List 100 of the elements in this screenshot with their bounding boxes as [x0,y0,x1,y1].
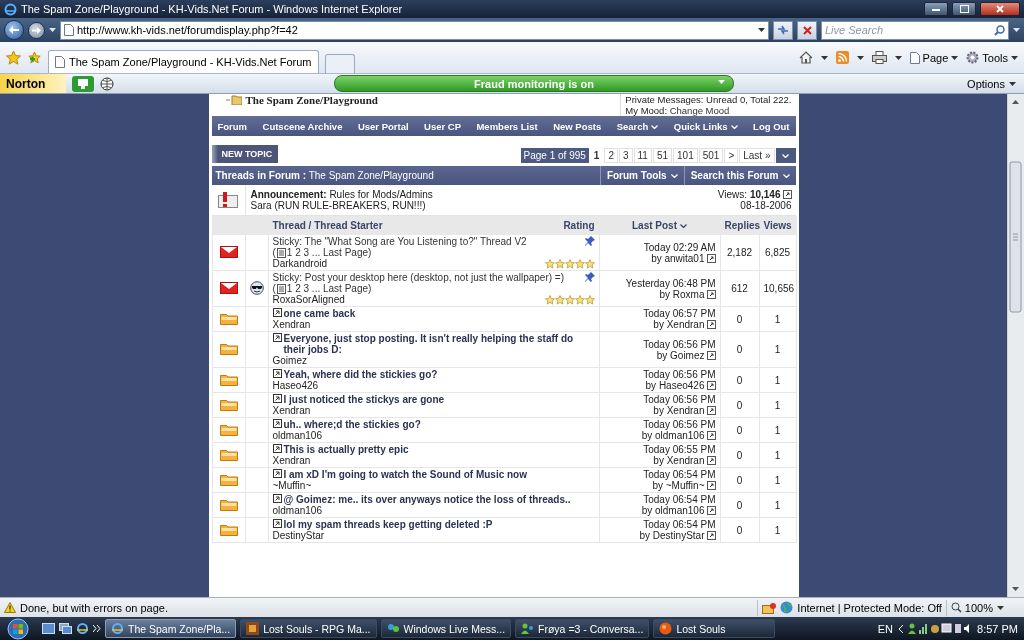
minimize-button[interactable] [924,2,948,16]
last-post-author[interactable]: by ~Muffin~ [652,480,705,491]
page-link[interactable]: 3 [618,148,633,163]
page-link[interactable]: 101 [673,148,698,163]
thread-starter[interactable]: Xendran [272,319,595,330]
forward-button[interactable] [28,21,45,39]
url-field[interactable]: http://www.kh-vids.net/forumdisplay.php?f=42 [77,22,755,38]
last-post-author[interactable]: by Haseo426 [645,380,705,391]
thread-starter[interactable]: Goimez [272,355,595,366]
back-button[interactable] [4,20,24,40]
nav-menu[interactable]: Search [616,120,659,132]
last-post-author[interactable]: by DestinyStar [639,530,705,541]
page-link[interactable]: 2 [604,148,618,163]
page-link[interactable]: 501 [698,148,724,163]
nav-link[interactable]: New Posts [553,120,602,132]
nav-link[interactable]: Members List [476,120,538,132]
page-link[interactable]: > [724,148,739,163]
page-link[interactable]: 11 [633,148,652,163]
stop-button[interactable] [797,20,817,40]
last-post-author[interactable]: by anwita01 [651,252,705,264]
close-button[interactable] [980,2,1020,16]
thread-starter[interactable]: Haseo426 [272,380,595,391]
caret-icon [49,28,56,32]
change-mood-link[interactable]: Change Mood [669,105,730,116]
forum-menu[interactable]: Search this Forum [683,166,796,185]
thread-starter[interactable]: Darkandroid [272,258,327,269]
forum-menu[interactable]: Forum Tools [599,166,684,185]
thread-starter[interactable]: RoxaSorAligned [272,294,345,305]
print-icon[interactable] [871,51,887,64]
language-indicator[interactable]: EN [877,622,894,635]
switch-windows-icon[interactable] [59,623,72,634]
browser-tab[interactable]: The Spam Zone/Playground - KH-Vids.Net Forum [48,50,319,73]
show-hidden-icon[interactable] [898,624,904,633]
forward-arrow-icon [32,26,41,34]
tools-menu[interactable]: Tools [966,51,1018,64]
globe-icon[interactable] [100,76,114,91]
nav-menu[interactable]: Quick Links [673,120,738,132]
column-header[interactable]: Rating [563,220,595,231]
options-menu[interactable]: Options [967,77,1024,90]
last-post-time: Yesterday 06:48 PM [625,277,716,289]
address-bar[interactable]: http://www.kh-vids.net/forumdisplay.php?f=42 [60,20,769,40]
add-favorite-icon[interactable] [27,50,42,65]
nav-link[interactable]: User Portal [357,120,409,132]
page-menu[interactable]: Page [909,51,959,64]
nav-link[interactable]: Forum [217,120,248,132]
page-links[interactable]: 1 2 3 ... Last Page) [286,247,372,258]
last-post-author[interactable]: by Goimez [656,349,705,361]
maximize-button[interactable] [952,2,976,16]
page-links[interactable]: 1 2 3 ... Last Page) [286,283,372,294]
clock[interactable]: 8:57 PM [977,622,1018,635]
thread-starter[interactable]: oldman106 [272,505,595,516]
thread-title-link[interactable]: Everyone, just stop posting. It isn't really helping the staff do their jobs D: [283,333,595,355]
thread-title-link[interactable]: I just noticed the stickys are gone [283,394,595,405]
start-button[interactable] [4,617,32,640]
thread-starter[interactable]: DestinyStar [272,530,595,541]
thread-title-link[interactable]: lol my spam threads keep getting deleted :P [283,519,595,530]
page-link[interactable]: 51 [652,148,673,163]
browser-icon[interactable] [76,622,89,635]
search-box[interactable]: Live Search [821,20,1009,40]
thread-title-link[interactable]: @ Goimez: me.. its over anyways notice the loss of threads.. [283,494,595,505]
last-post-author[interactable]: by Xendran [653,319,705,330]
page-link[interactable]: Last » [739,148,775,163]
zoom-level[interactable]: 100% [950,601,993,614]
thread-starter[interactable]: ~Muffin~ [272,480,595,491]
last-post-author[interactable]: by oldman106 [641,430,705,441]
taskbar-button[interactable]: Lost Souls [653,619,776,638]
taskbar-button[interactable]: Windows Live Mess... [380,619,512,638]
taskbar-button[interactable]: Lost Souls - RPG Ma... [240,619,377,638]
thread-title-link[interactable]: This is actually pretty epic [283,444,595,455]
thread-title-link[interactable]: I am xD I'm going to watch the Sound of Music now [283,469,595,480]
nav-link[interactable]: Log Out [753,120,790,132]
desktop-icon[interactable] [42,623,55,634]
search-field[interactable]: Live Search [825,22,994,38]
taskbar-button[interactable]: Frøya =3 - Conversa... [515,619,650,638]
last-post-author[interactable]: by Roxma [659,288,705,300]
taskbar-button[interactable]: The Spam Zone/Pla... [105,619,237,638]
thread-title-link[interactable]: one came back [283,308,595,319]
thread-title-link[interactable]: Sticky: The "What Song are You Listening to?" Thread V2 ( 1 2 3 ... Last Page) [272,236,583,258]
column-header[interactable]: Thread / Thread Starter [272,220,383,231]
nav-link[interactable]: User CP [424,120,461,132]
monitor-icon[interactable] [72,75,94,92]
home-icon[interactable] [798,51,813,64]
thread-starter[interactable]: oldman106 [272,430,595,441]
last-post-author[interactable]: by Xendran [653,455,705,466]
thread-title-link[interactable]: uh.. where;d the stickies go? [283,419,595,430]
announcement-link[interactable]: Announcement: Rules for Mods/Admins [250,189,718,200]
last-post-author[interactable]: by Xendran [653,405,705,416]
refresh-button[interactable] [773,20,793,40]
view-count: 1 [774,399,781,411]
nav-link[interactable]: Cutscene Archive [262,120,343,132]
thread-starter[interactable]: Xendran [272,405,595,416]
thread-starter[interactable]: Xendran [272,455,595,466]
last-post-author[interactable]: by oldman106 [641,505,705,516]
thread-title-link[interactable]: Yeah, where did the stickies go? [283,369,595,380]
page-jump-button[interactable] [775,148,796,163]
new-topic-button[interactable]: NEW TOPIC [211,145,279,163]
thread-title-link[interactable]: Sticky: Post your desktop here (desktop, not just the wallpaper) =) ( 1 2 3 ... Last Page) [272,272,583,294]
chevrons-icon[interactable] [93,625,101,632]
private-messages-text: Private Messages: Unread 0, Total 222. [625,94,792,105]
favorites-star-icon[interactable] [6,50,21,65]
